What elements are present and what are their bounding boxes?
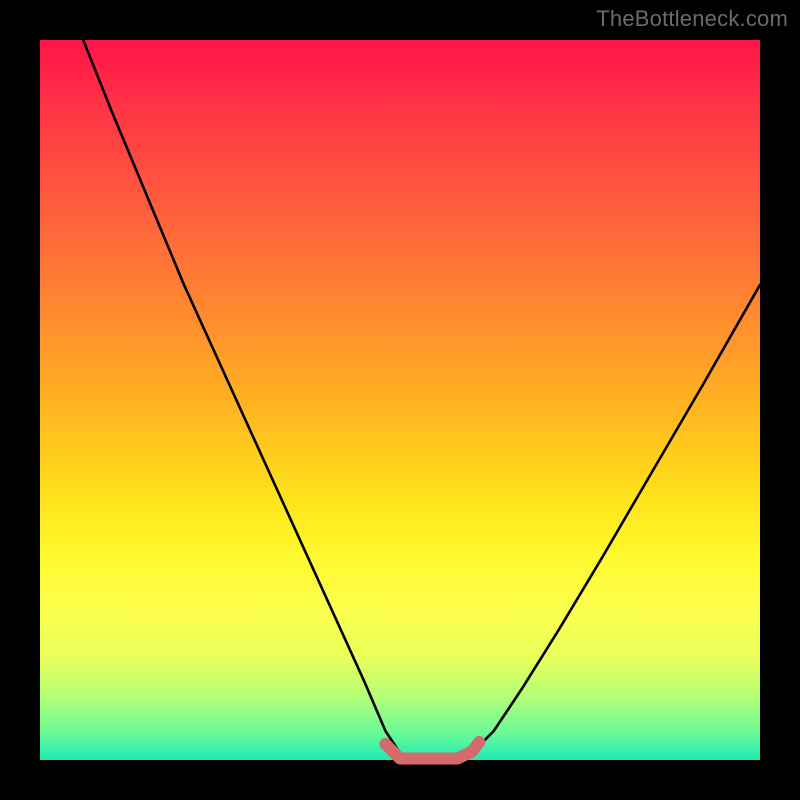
floor-marker-path: [386, 742, 480, 759]
plot-area: [40, 40, 760, 760]
chart-frame: TheBottleneck.com: [0, 0, 800, 800]
left-curve-path: [83, 40, 400, 753]
chart-svg: [40, 40, 760, 760]
watermark-text: TheBottleneck.com: [596, 6, 788, 32]
right-curve-path: [472, 285, 760, 753]
floor-marker-dot: [380, 738, 392, 750]
